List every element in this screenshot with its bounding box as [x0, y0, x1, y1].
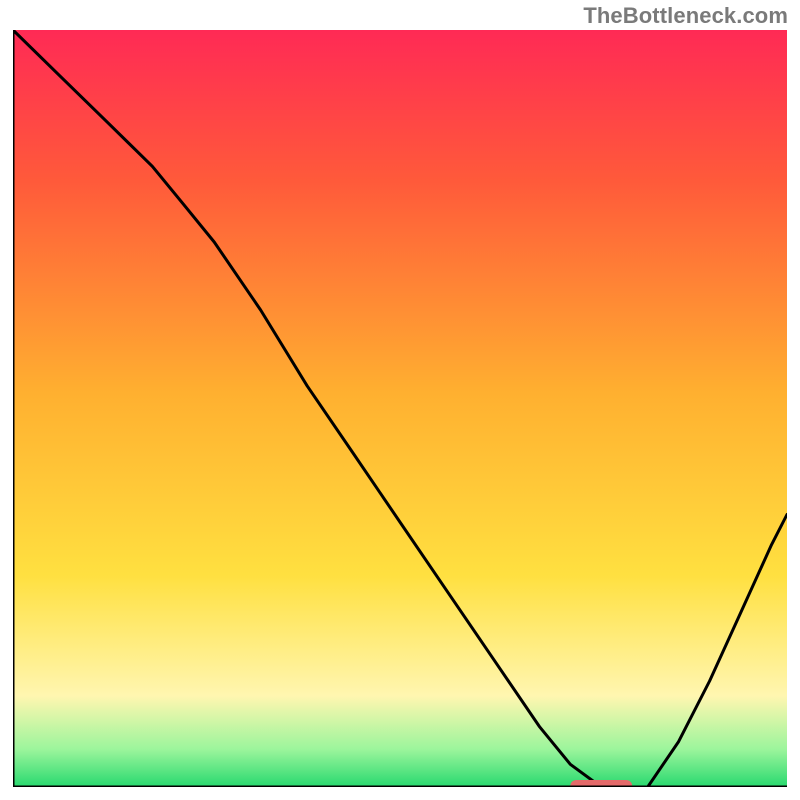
bottleneck-chart: TheBottleneck.com [0, 0, 800, 800]
chart-svg [13, 30, 787, 787]
watermark-text: TheBottleneck.com [583, 3, 788, 29]
plot-area [13, 30, 787, 787]
